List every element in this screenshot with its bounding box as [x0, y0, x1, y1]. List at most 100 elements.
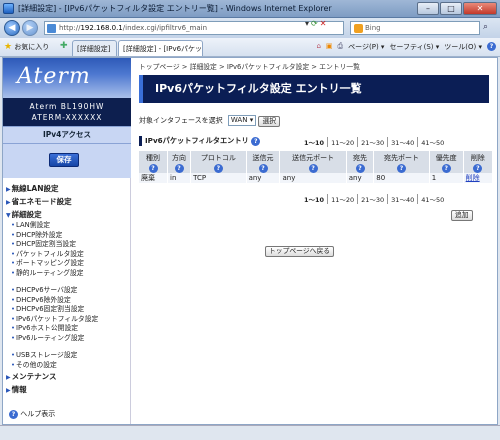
tools-menu[interactable]: ツール(O) ▾ — [444, 42, 482, 52]
sidebar-item-dhcpv6-server[interactable]: •DHCPv6サーバ設定 — [3, 286, 131, 296]
col-type: 種別? — [139, 151, 168, 173]
sidebar-item-ipv6-routing[interactable]: •IPv6ルーティング設定 — [3, 334, 131, 344]
home-icon[interactable]: ⌂ — [316, 42, 320, 52]
window-titlebar: [詳細設定] - [IPv6パケットフィルタ設定 エントリー覧] - Windo… — [0, 0, 500, 18]
back-to-top-button[interactable]: トップページへ戻る — [265, 246, 335, 257]
sidebar-item-maintenance[interactable]: ▶メンテナンス — [3, 370, 131, 383]
print-icon[interactable]: ⎙ — [338, 42, 344, 52]
search-placeholder: Bing — [365, 24, 381, 32]
sidebar-item-dhcp-exclude[interactable]: •DHCP除外設定 — [3, 231, 131, 241]
page-content: Aterm Aterm BL190HW ATERM-XXXXXX IPv4アクセ… — [2, 57, 498, 425]
help-icon[interactable]: ? — [308, 164, 318, 173]
page-31-40[interactable]: 31〜40 — [387, 137, 417, 147]
sidebar-menu: ▶無線LAN設定 ▶省エネモード設定 ▼詳細設定 •LAN側設定 •DHCP除外… — [3, 182, 131, 396]
favorites-row: ★ お気に入り ✚ [詳細設定] [詳細設定] - [IPv6パケットフィルタ.… — [0, 38, 500, 57]
col-destination: 宛先? — [346, 151, 375, 173]
dropdown-icon[interactable]: ▾ — [305, 19, 309, 29]
address-bar[interactable]: http://192.168.0.1/index.cgi/ipfiltrv6_m… — [44, 21, 344, 35]
safety-menu-label: セーフティ(S) — [389, 43, 434, 51]
sidebar-item-usb[interactable]: •USBストレージ設定 — [3, 351, 131, 361]
delete-link[interactable]: 削除 — [463, 173, 494, 183]
aterm-logo: Aterm — [3, 58, 131, 98]
interface-label: 対象インタフェースを選択 — [139, 116, 223, 125]
url-host: 192.168.0.1 — [80, 24, 123, 32]
safety-menu[interactable]: セーフティ(S) ▾ — [389, 42, 439, 52]
tab-1[interactable]: [詳細設定] — [72, 40, 117, 56]
add-favorites-icon[interactable]: ✚ — [60, 41, 68, 51]
page-21-30[interactable]: 21〜30 — [357, 194, 387, 204]
minimize-button[interactable]: – — [417, 2, 439, 15]
help-icon[interactable]: ? — [148, 164, 158, 173]
pager-bottom: 1〜10 11〜20 21〜30 31〜40 41〜50 — [301, 194, 447, 204]
add-button[interactable]: 追加 — [451, 210, 473, 221]
ie-icon — [3, 3, 14, 14]
interface-selector: 対象インタフェースを選択 WAN ▾ 選択 — [139, 115, 281, 127]
help-icon[interactable]: ? — [258, 164, 268, 173]
model-name: Aterm BL190HW — [29, 102, 105, 111]
help-icon[interactable]: ? — [251, 137, 261, 146]
stop-icon[interactable]: ✕ — [320, 19, 327, 29]
help-icon[interactable]: ? — [355, 164, 365, 173]
sidebar-item-advanced[interactable]: ▼詳細設定 — [3, 208, 131, 221]
sidebar-item-wireless[interactable]: ▶無線LAN設定 — [3, 182, 131, 195]
page-1-10[interactable]: 1〜10 — [301, 194, 327, 204]
sidebar-item-ipv6-filter[interactable]: •IPv6パケットフィルタ設定 — [3, 315, 131, 325]
sidebar-item-eco[interactable]: ▶省エネモード設定 — [3, 195, 131, 208]
page-1-10[interactable]: 1〜10 — [301, 137, 327, 147]
sidebar-item-lan[interactable]: •LAN側設定 — [3, 221, 131, 231]
tab-2[interactable]: [詳細設定] - [IPv6パケットフィルタ...✕ — [118, 40, 203, 56]
sidebar-item-dhcp-fixed[interactable]: •DHCP固定割当設定 — [3, 240, 131, 250]
page-11-20[interactable]: 11〜20 — [327, 137, 357, 147]
back-icon[interactable]: ◀ — [4, 20, 20, 36]
sidebar-item-dhcpv6-fixed[interactable]: •DHCPv6固定割当設定 — [3, 305, 131, 315]
sidebar-item-info[interactable]: ▶情報 — [3, 383, 131, 396]
col-protocol: プロトコル? — [190, 151, 247, 173]
refresh-icon[interactable]: ⟳ — [311, 19, 318, 29]
help-icon[interactable]: ? — [174, 164, 184, 173]
page-icon — [47, 24, 56, 33]
search-icon[interactable]: ⌕ — [483, 22, 488, 32]
forward-icon[interactable]: ▶ — [22, 20, 38, 36]
save-area: 保存 — [3, 144, 131, 178]
page-41-50[interactable]: 41〜50 — [417, 194, 447, 204]
col-priority: 優先度? — [429, 151, 464, 173]
help-icon[interactable]: ? — [441, 164, 451, 173]
help-label: ヘルプ表示 — [20, 410, 56, 418]
pager-top: 1〜10 11〜20 21〜30 31〜40 41〜50 — [301, 137, 447, 147]
cell-destination-port: 80 — [373, 173, 430, 183]
help-icon[interactable]: ? — [213, 164, 223, 173]
sidebar-item-port-mapping[interactable]: •ポートマッピング設定 — [3, 259, 131, 269]
access-mode: IPv4アクセス — [3, 126, 131, 144]
star-icon: ★ — [4, 42, 13, 52]
sidebar-item-other[interactable]: •その他の設定 — [3, 361, 131, 371]
device-id: ATERM-XXXXXX — [31, 113, 103, 122]
window-title: [詳細設定] - [IPv6パケットフィルタ設定 エントリー覧] - Windo… — [18, 4, 332, 13]
page-menu[interactable]: ページ(P) ▾ — [348, 42, 384, 52]
col-source: 送信元? — [246, 151, 281, 173]
sidebar-item-packet-filter[interactable]: •パケットフィルタ設定 — [3, 250, 131, 260]
sidebar-item-static-routing[interactable]: •静的ルーティング設定 — [3, 269, 131, 279]
table-row: 廃棄 in TCP any any any 80 1 削除 — [139, 173, 494, 183]
close-button[interactable]: ✕ — [463, 2, 497, 15]
favorites-button[interactable]: ★ お気に入り — [4, 42, 49, 52]
breadcrumb[interactable]: トップページ > 詳細設定 > IPv6パケットフィルタ設定 > エントリ一覧 — [139, 61, 360, 71]
main-panel: トップページ > 詳細設定 > IPv6パケットフィルタ設定 > エントリ一覧 … — [135, 58, 497, 424]
page-41-50[interactable]: 41〜50 — [417, 137, 447, 147]
sidebar-item-dhcpv6-exclude[interactable]: •DHCPv6除外設定 — [3, 296, 131, 306]
interface-select[interactable]: WAN ▾ — [227, 115, 257, 126]
help-link[interactable]: ? ヘルプ表示 — [9, 409, 55, 419]
sidebar-item-ipv6-host[interactable]: •IPv6ホスト公開設定 — [3, 324, 131, 334]
page-11-20[interactable]: 11〜20 — [327, 194, 357, 204]
cell-priority: 1 — [429, 173, 464, 183]
feeds-icon[interactable]: ▣ — [326, 42, 333, 52]
select-button[interactable]: 選択 — [258, 115, 281, 127]
save-button[interactable]: 保存 — [49, 153, 79, 167]
page-21-30[interactable]: 21〜30 — [357, 137, 387, 147]
search-input[interactable]: Bing — [350, 21, 480, 35]
page-31-40[interactable]: 31〜40 — [387, 194, 417, 204]
help-icon[interactable]: ? — [397, 164, 407, 173]
help-menu-icon[interactable]: ? — [487, 42, 496, 51]
help-icon[interactable]: ? — [473, 164, 483, 173]
maximize-button[interactable]: □ — [440, 2, 462, 15]
col-destination-port: 宛先ポート? — [373, 151, 430, 173]
